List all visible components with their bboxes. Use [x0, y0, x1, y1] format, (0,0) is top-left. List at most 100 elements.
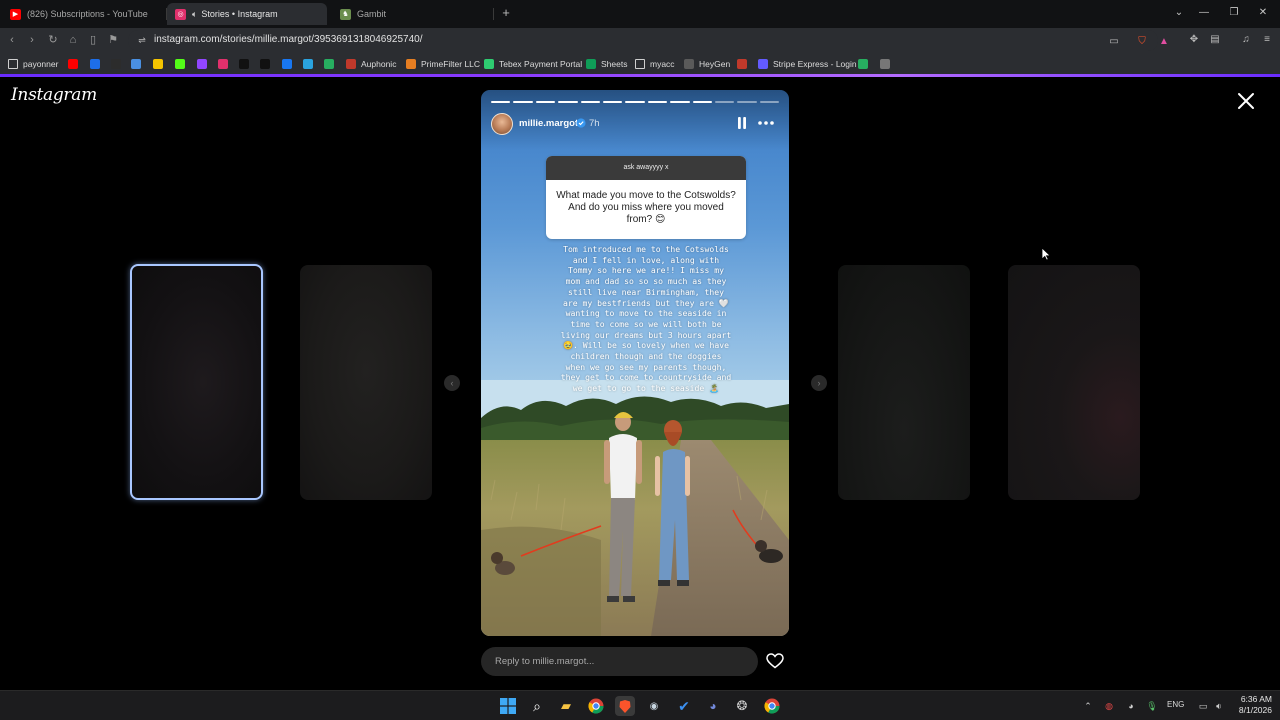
sidebar-toggle-button[interactable]: ▯: [85, 32, 101, 48]
next-story-button[interactable]: ›: [811, 375, 827, 391]
bookmark-yellow-icon: [153, 58, 163, 69]
bookmark-item[interactable]: [68, 56, 83, 71]
restore-button[interactable]: ❐: [1225, 5, 1243, 21]
brave-shields-icon[interactable]: ⛉: [1134, 34, 1150, 50]
brave-rewards-icon[interactable]: ▲: [1156, 34, 1172, 50]
steam-icon[interactable]: ◉: [644, 696, 664, 716]
bookmark-item[interactable]: [197, 56, 212, 71]
tab-gambit[interactable]: ♞ Gambit: [332, 3, 492, 25]
github-desktop-icon[interactable]: ❂: [732, 696, 752, 716]
close-icon[interactable]: [1235, 90, 1257, 112]
chrome-icon[interactable]: [586, 696, 606, 716]
brave-browser-icon[interactable]: [615, 696, 635, 716]
bookmark-item[interactable]: Auphonic: [346, 56, 396, 71]
discord-icon[interactable]: ◕: [703, 696, 723, 716]
progress-segment: [535, 101, 556, 103]
bookmark-item[interactable]: [218, 56, 233, 71]
tray-app-icon[interactable]: ◍: [1102, 699, 1116, 713]
story-username[interactable]: millie.margot: [519, 118, 578, 129]
new-tab-button[interactable]: +: [498, 5, 514, 21]
forward-button[interactable]: ›: [24, 32, 40, 48]
reload-button[interactable]: ↻: [45, 32, 61, 48]
bookmark-item[interactable]: Sheets: [586, 56, 627, 71]
app-icon: [111, 58, 121, 69]
bookmark-item[interactable]: Stripe Express - Login: [758, 56, 857, 71]
site-info-icon[interactable]: ⇌: [136, 34, 148, 46]
bookmark-item[interactable]: [880, 56, 895, 71]
bookmark-item[interactable]: myacc: [635, 56, 675, 71]
instagram-logo[interactable]: Instagram: [11, 85, 97, 105]
microphone-icon[interactable]: 🎙︎: [1145, 699, 1159, 713]
address-bar[interactable]: ⇌ instagram.com/stories/millie.margot/39…: [128, 30, 1169, 51]
todo-icon[interactable]: ✔: [674, 696, 694, 716]
bookmark-item[interactable]: [282, 56, 297, 71]
search-icon[interactable]: ⌕: [527, 696, 547, 716]
bookmarks-bar: payonner Auphonic PrimeFilter LLC Tebex Pay…: [0, 53, 1280, 74]
bookmark-item[interactable]: payonner: [8, 56, 58, 71]
back-button[interactable]: ‹: [4, 32, 20, 48]
bookmark-item[interactable]: [303, 56, 318, 71]
youtube-icon: [68, 58, 78, 69]
close-window-button[interactable]: ✕: [1254, 5, 1272, 21]
bookmark-item[interactable]: PrimeFilter LLC: [406, 56, 480, 71]
story-progress-bar: [491, 101, 780, 103]
story-preview-card[interactable]: [838, 265, 970, 500]
bookmark-item[interactable]: [153, 56, 168, 71]
like-heart-icon[interactable]: [766, 653, 784, 669]
red-app-icon: [737, 58, 747, 69]
bookmark-item[interactable]: [737, 56, 752, 71]
bookmark-item[interactable]: [111, 56, 126, 71]
language-indicator[interactable]: ENG: [1167, 700, 1184, 709]
cast-icon[interactable]: ▭: [1106, 34, 1122, 50]
active-story[interactable]: millie.margot 7h ask awayyyy x What made…: [481, 90, 789, 636]
tab-youtube[interactable]: ▶ (826) Subscriptions - YouTube: [2, 3, 165, 25]
previous-story-button[interactable]: ‹: [444, 375, 460, 391]
reply-placeholder[interactable]: Reply to millie.margot...: [495, 656, 594, 667]
tab-label: Gambit: [357, 9, 387, 19]
bookmark-label: HeyGen: [699, 58, 731, 69]
instagram-icon: [218, 58, 228, 69]
menu-icon[interactable]: ≡: [1259, 32, 1275, 48]
tiktok-icon: [239, 58, 249, 69]
discord-tray-icon[interactable]: ◕: [1124, 699, 1138, 713]
network-icon[interactable]: ▭: [1196, 699, 1210, 713]
progress-segment: [625, 101, 645, 103]
more-options-icon[interactable]: [757, 117, 775, 129]
story-preview-card[interactable]: [130, 264, 263, 500]
bookmark-item[interactable]: [131, 56, 146, 71]
bookmark-button[interactable]: ⚑: [105, 32, 121, 48]
bookmark-item[interactable]: Tebex Payment Portal: [484, 56, 582, 71]
wallet-icon[interactable]: ▤: [1207, 32, 1223, 48]
home-button[interactable]: ⌂: [65, 32, 81, 48]
stories-viewer: Instagram ‹ › millie.margot 7h ask awayy…: [0, 77, 1280, 690]
url-text[interactable]: instagram.com/stories/millie.margot/3953…: [154, 34, 423, 45]
chrome-icon[interactable]: [762, 696, 782, 716]
media-icon[interactable]: ♫: [1238, 32, 1254, 48]
bookmark-item[interactable]: HeyGen: [684, 56, 730, 71]
bookmark-item[interactable]: [239, 56, 254, 71]
start-button[interactable]: [498, 696, 518, 716]
bookmark-item[interactable]: [858, 56, 873, 71]
reply-input[interactable]: Reply to millie.margot...: [481, 647, 758, 676]
progress-segment: [737, 101, 757, 103]
extensions-icon[interactable]: ✥: [1186, 32, 1202, 48]
tab-search-chevron-icon[interactable]: ⌄: [1170, 5, 1188, 21]
tab-instagram[interactable]: ◎ 🔈︎ Stories • Instagram: [167, 3, 327, 25]
answer-line: children though and the doggies: [570, 351, 722, 362]
minimize-button[interactable]: —: [1195, 5, 1213, 21]
bookmark-item[interactable]: [175, 56, 190, 71]
show-hidden-icons-chevron-icon[interactable]: ⌃: [1081, 699, 1095, 713]
bookmark-item[interactable]: [260, 56, 275, 71]
file-explorer-icon[interactable]: ▰: [556, 696, 576, 716]
system-clock[interactable]: 6:36 AM 8/1/2026: [1226, 694, 1272, 716]
plus-icon: [90, 58, 100, 69]
story-preview-card[interactable]: [300, 265, 432, 500]
bookmark-item[interactable]: [324, 56, 339, 71]
story-preview-card[interactable]: [1008, 265, 1140, 500]
avatar[interactable]: [491, 113, 513, 135]
bookmark-item[interactable]: [90, 56, 105, 71]
question-text: What made you move to the Cotswolds? And…: [556, 190, 736, 225]
pause-icon[interactable]: [736, 116, 748, 130]
speaker-icon[interactable]: 🔈︎: [192, 9, 197, 20]
volume-icon[interactable]: 🔉︎: [1212, 699, 1226, 713]
